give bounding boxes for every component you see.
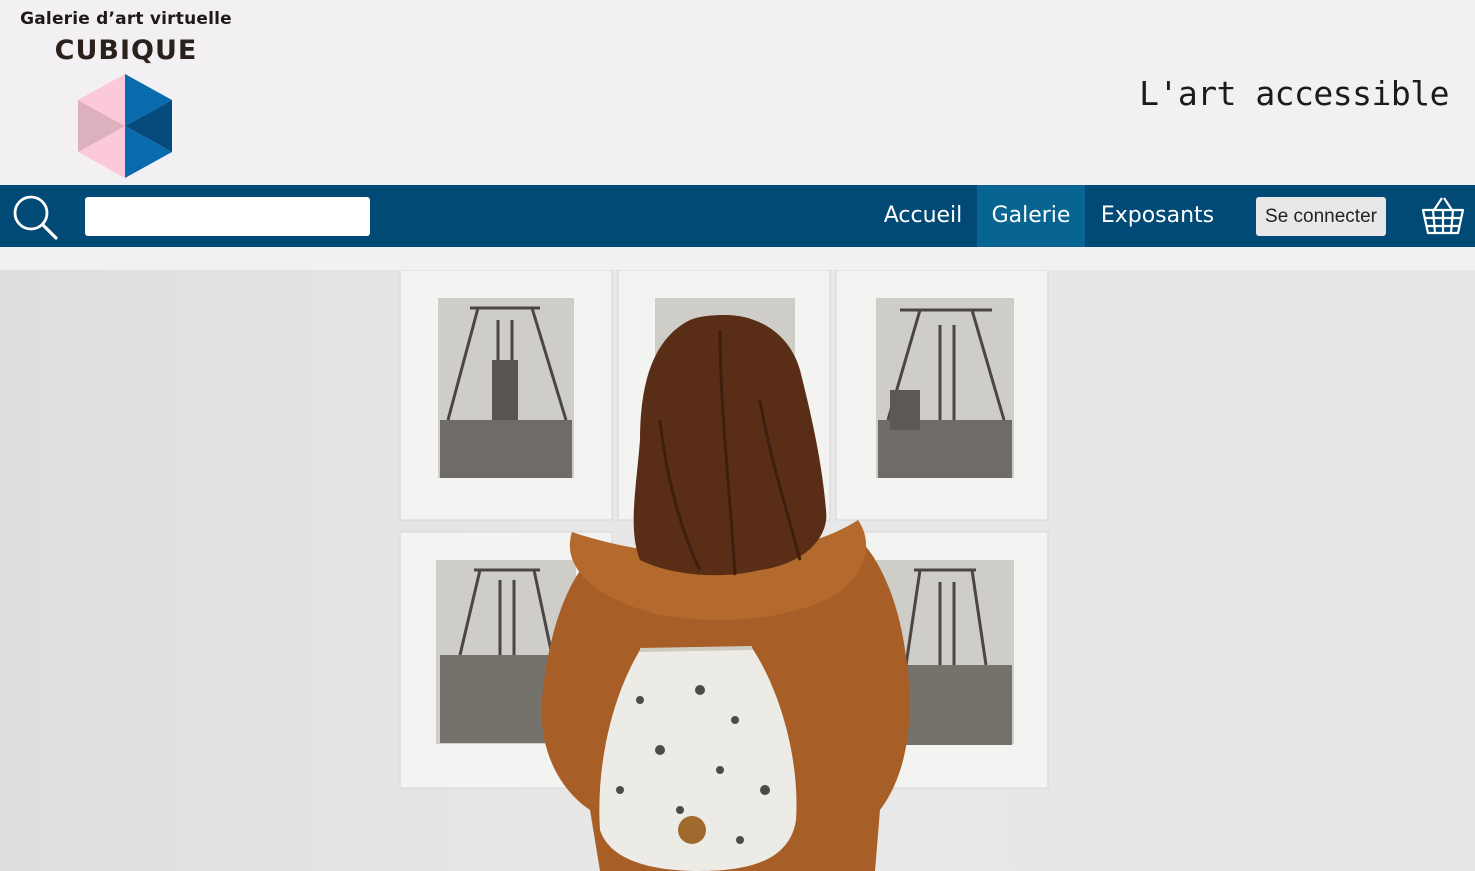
frame-top-left xyxy=(399,270,613,521)
login-button[interactable]: Se connecter xyxy=(1256,197,1386,236)
hero-photo xyxy=(0,270,1475,871)
main-navbar: Accueil Galerie Exposants Se connecter xyxy=(0,185,1475,247)
site-header: Galerie d’art virtuelle CUBIQUE L'art ac… xyxy=(0,0,1475,185)
search-icon[interactable] xyxy=(10,193,60,241)
nav-galerie[interactable]: Galerie xyxy=(977,185,1085,247)
brand[interactable]: Galerie d’art virtuelle CUBIQUE xyxy=(10,6,242,68)
hero-image xyxy=(0,270,1475,871)
search-input[interactable] xyxy=(85,197,370,236)
nav-exposants[interactable]: Exposants xyxy=(1086,185,1229,247)
frame-top-right xyxy=(835,270,1049,521)
brand-name: CUBIQUE xyxy=(54,35,198,66)
tagline: L'art accessible xyxy=(1139,74,1449,113)
cube-logo-icon[interactable] xyxy=(78,74,172,178)
shopping-basket-icon[interactable] xyxy=(1420,195,1466,237)
nav-accueil[interactable]: Accueil xyxy=(870,185,976,247)
brand-subtitle: Galerie d’art virtuelle xyxy=(20,9,232,29)
